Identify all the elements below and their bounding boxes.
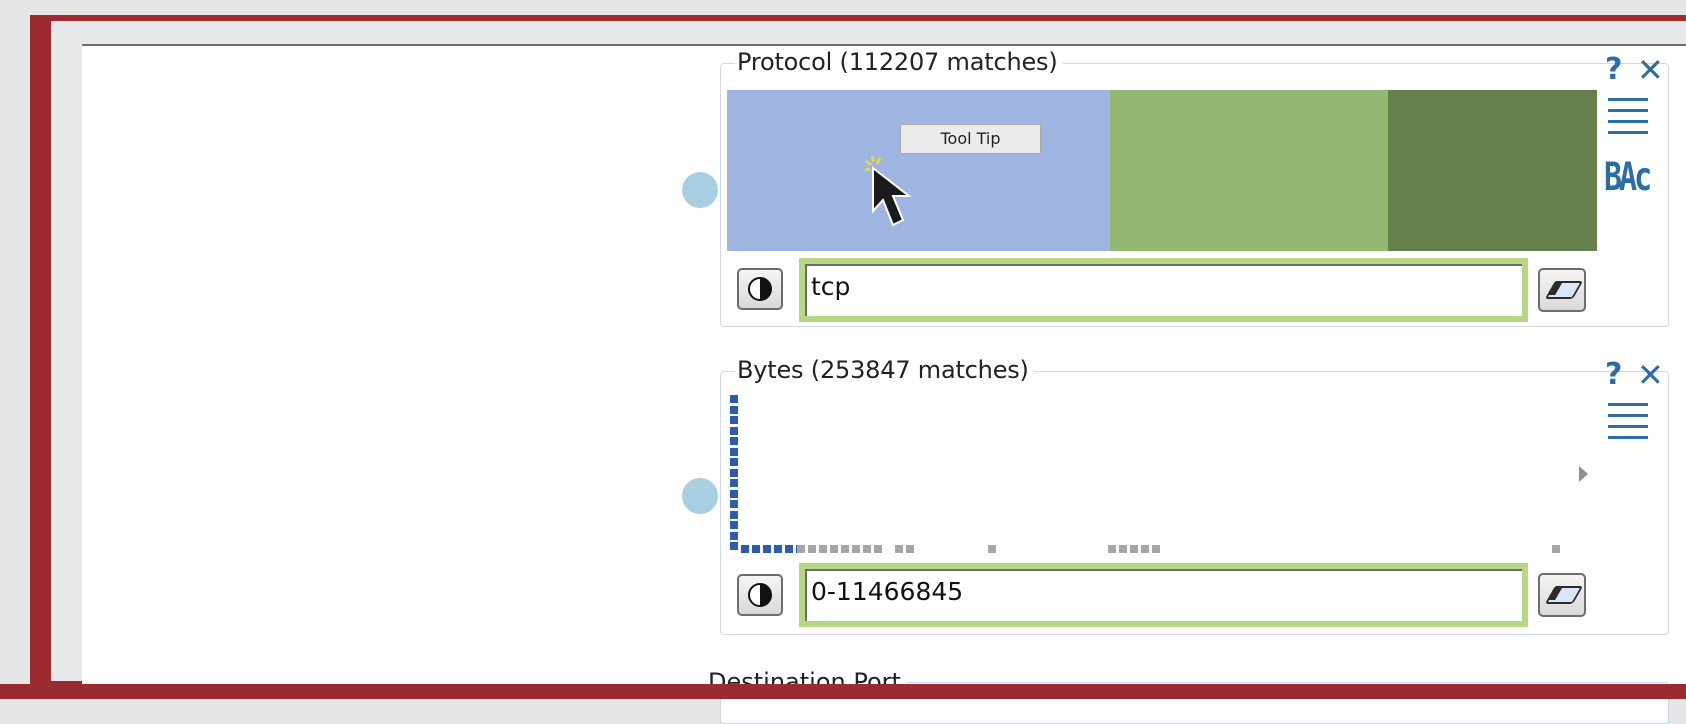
histogram-bin[interactable] [730, 479, 738, 487]
histogram-bin[interactable] [741, 545, 749, 553]
window-frame-bottom [0, 684, 1686, 699]
histogram-bin[interactable] [730, 469, 738, 477]
histogram-bin[interactable] [752, 545, 760, 553]
protocol-segment-2[interactable] [1110, 90, 1388, 251]
tooltip: Tool Tip [900, 124, 1041, 154]
histogram-bin[interactable] [730, 490, 738, 498]
bytes-histogram[interactable] [730, 395, 1580, 555]
bytes-invert-button[interactable] [737, 574, 783, 616]
histogram-bin[interactable] [1119, 545, 1127, 553]
histogram-bin[interactable] [1152, 545, 1160, 553]
histogram-bin[interactable] [730, 416, 738, 424]
histogram-bin[interactable] [730, 458, 738, 466]
histogram-bin[interactable] [730, 427, 738, 435]
histogram-bin[interactable] [730, 542, 738, 550]
bytes-clear-button[interactable] [1538, 573, 1586, 617]
histogram-bin[interactable] [988, 545, 996, 553]
histogram-bin[interactable] [730, 406, 738, 414]
protocol-close-icon[interactable]: ✕ [1637, 51, 1664, 89]
histogram-bin[interactable] [785, 545, 793, 553]
protocol-filter-field[interactable]: tcp [799, 258, 1528, 322]
histogram-bin[interactable] [730, 511, 738, 519]
histogram-bin[interactable] [730, 395, 738, 403]
histogram-bin[interactable] [874, 545, 882, 553]
histogram-bin[interactable] [852, 545, 860, 553]
histogram-bin[interactable] [774, 545, 782, 553]
protocol-widget-title: Protocol (112207 matches) [735, 48, 1063, 76]
histogram-bin[interactable] [730, 500, 738, 508]
protocol-filter-input[interactable]: tcp [805, 264, 1522, 316]
sort-alpha-icon[interactable]: BAc [1604, 155, 1652, 201]
histogram-bin[interactable] [808, 545, 816, 553]
hamburger-menu-icon[interactable] [1608, 98, 1648, 142]
hamburger-menu-icon[interactable] [1608, 403, 1648, 447]
histogram-bin[interactable] [830, 545, 838, 553]
bytes-filter-field[interactable]: 0-11466845 [799, 563, 1528, 627]
histogram-bin[interactable] [819, 545, 827, 553]
histogram-bin[interactable] [763, 545, 771, 553]
protocol-bar-chart[interactable] [727, 90, 1597, 251]
histogram-bin[interactable] [1108, 545, 1116, 553]
protocol-invert-button[interactable] [737, 268, 783, 310]
bytes-help-icon[interactable]: ? [1605, 357, 1622, 392]
histogram-bin[interactable] [895, 545, 903, 553]
scroll-right-icon[interactable] [1579, 466, 1588, 482]
histogram-bin[interactable] [906, 545, 914, 553]
histogram-bin[interactable] [730, 437, 738, 445]
bytes-filter-input[interactable]: 0-11466845 [805, 569, 1522, 621]
histogram-bin[interactable] [1130, 545, 1138, 553]
mouse-cursor-icon [864, 155, 912, 227]
protocol-segment-3[interactable] [1388, 90, 1597, 251]
bytes-close-icon[interactable]: ✕ [1637, 356, 1664, 394]
bytes-widget-title: Bytes (253847 matches) [735, 356, 1034, 384]
protocol-connector[interactable] [682, 172, 718, 208]
histogram-bin[interactable] [730, 448, 738, 456]
protocol-clear-button[interactable] [1538, 268, 1586, 312]
histogram-bin[interactable] [797, 545, 805, 553]
histogram-bin[interactable] [730, 521, 738, 529]
bytes-connector[interactable] [682, 478, 718, 514]
histogram-bin[interactable] [841, 545, 849, 553]
histogram-bin[interactable] [730, 532, 738, 540]
histogram-bin[interactable] [1552, 545, 1560, 553]
histogram-bin[interactable] [1141, 545, 1149, 553]
histogram-bin[interactable] [863, 545, 871, 553]
protocol-help-icon[interactable]: ? [1605, 52, 1622, 87]
